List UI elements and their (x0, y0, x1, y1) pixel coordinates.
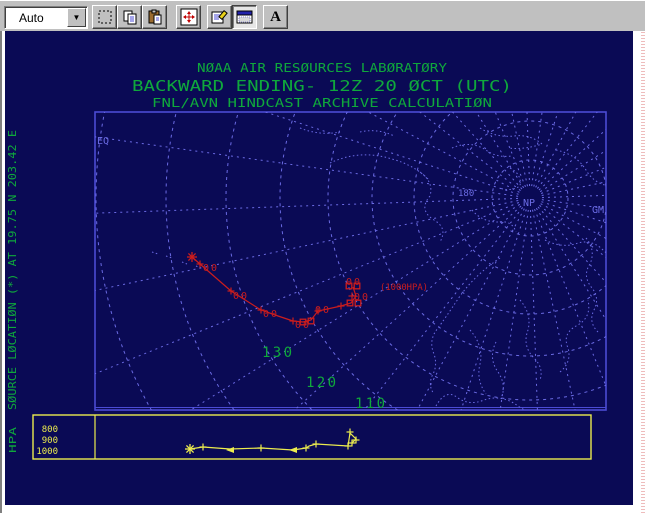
coastline-path (419, 171, 444, 243)
meridian-line (539, 204, 606, 259)
meridian-line (293, 205, 522, 410)
window-view-button[interactable] (232, 5, 257, 29)
direction-arrow-marker (289, 447, 297, 453)
trajectory-plot: NØAA AIR RESØURCES LABØRATØRY BACKWARD E… (6, 61, 607, 460)
greenwich-label: GM (592, 205, 604, 216)
north-pole-label: NP (523, 198, 535, 209)
trajectory-time-label: 00 (354, 292, 368, 303)
meridian-line (535, 112, 577, 188)
coastline-path (519, 299, 542, 381)
pressure-label-1000: 1000 (36, 447, 58, 457)
coastline-path (329, 154, 429, 180)
coastline-path (559, 299, 590, 373)
meridian-line (538, 128, 606, 191)
paste-icon (148, 9, 161, 25)
coastline-path (469, 329, 487, 395)
meridian-line (533, 112, 559, 187)
meridian-line (526, 112, 531, 187)
window-icon (236, 10, 252, 24)
meridian-line (95, 202, 520, 375)
profile-box (32, 414, 592, 460)
meridian-line (541, 201, 606, 224)
meridian-line (95, 197, 519, 214)
marquee-icon (98, 10, 111, 24)
toolbar: Auto ▼ A (0, 0, 645, 32)
longitude-label-130: 130 (262, 345, 292, 361)
meridian-line (529, 209, 538, 410)
copy-icon (123, 10, 136, 25)
coastline-path (585, 237, 599, 333)
letter-a-icon: A (270, 8, 281, 25)
coastline-path (299, 127, 395, 137)
chevron-down-icon: ▼ (72, 13, 81, 22)
trajectory-layer: 00 00 00 00 00 00 00 (187, 252, 368, 331)
zoom-extents-button[interactable] (176, 5, 201, 29)
meridian-line (535, 207, 606, 321)
meridian-line (532, 209, 576, 410)
pressure-label-800: 800 (42, 425, 58, 435)
meridian-line (416, 208, 525, 410)
meridian-line (451, 112, 523, 190)
plot-title-line3: FNL/AVN HINDCAST ARCHIVE CALCULATIØN (152, 96, 492, 110)
coastline-path (555, 149, 606, 186)
plot-title-line1: NØAA AIR RESØURCES LABØRATØRY (197, 61, 448, 75)
plot-title-line2: BACKWARD ENDING- 12Z 20 ØCT (UTC) (132, 77, 512, 95)
combo-dropdown-button[interactable]: ▼ (67, 8, 86, 27)
plot-frame: NØAA AIR RESØURCES LABØRATØRY BACKWARD E… (0, 31, 645, 513)
dateline-label: 180 (458, 189, 474, 199)
trajectory-time-label: 00 (315, 305, 329, 316)
pressure-label-900: 900 (42, 436, 58, 446)
trajectory-time-label: 00 (263, 309, 277, 320)
red-arrows-icon (180, 8, 197, 26)
application-window: { "toolbar": { "combo_value": "Auto", "b… (0, 0, 645, 513)
trajectory-time-label: 00 (295, 320, 309, 331)
source-location-label: SØURCE LØCATIØN (*) AT 19.75 N 203.42 E (6, 130, 19, 410)
trajectory-height-label: (1000HPA) (380, 283, 428, 293)
meridian-line (541, 194, 606, 199)
direction-arrow-marker (226, 447, 234, 453)
page-setup-button[interactable] (207, 5, 232, 29)
profile-path (189, 431, 357, 451)
meridian-line (537, 206, 606, 284)
paste-button[interactable] (142, 5, 167, 29)
trajectory-time-label: 00 (233, 291, 247, 302)
longitude-label-120: 120 (306, 375, 336, 391)
coastline-path (151, 251, 202, 269)
page-pencil-icon (211, 9, 228, 24)
copy-button[interactable] (117, 5, 142, 29)
zoom-combo-value: Auto (19, 10, 44, 25)
frame-shadow (0, 31, 2, 513)
trajectory-time-label: 00 (346, 277, 360, 288)
meridian-line (541, 199, 606, 210)
zoom-combo[interactable]: Auto ▼ (4, 6, 88, 29)
select-region-button[interactable] (92, 5, 117, 29)
profile-trajectory-layer (185, 428, 360, 454)
meridian-line (540, 203, 606, 239)
coastline-path (492, 341, 504, 397)
profile-axis-label: HPA (8, 427, 19, 453)
coastline-path (544, 239, 606, 254)
meridian-line (419, 112, 521, 192)
coastline-path (451, 144, 513, 157)
font-button[interactable]: A (263, 5, 288, 29)
plot-area: NØAA AIR RESØURCES LABØRATØRY BACKWARD E… (5, 31, 633, 505)
meridian-line (536, 112, 598, 189)
longitude-label-110: 110 (355, 396, 385, 412)
meridian-line (95, 200, 519, 291)
window-edge-dither (641, 31, 645, 513)
trajectory-time-label: 00 (203, 263, 217, 274)
meridian-line (460, 209, 527, 410)
meridian-line (534, 208, 606, 388)
coastline-path (479, 127, 544, 149)
equator-label: EQ (97, 136, 109, 147)
meridian-line (499, 209, 529, 410)
